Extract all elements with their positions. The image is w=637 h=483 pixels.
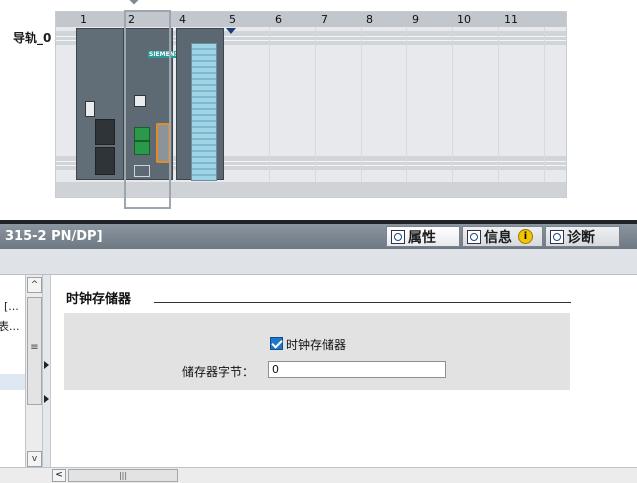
rail-label: 导轨_0: [13, 31, 52, 45]
io-module[interactable]: [176, 28, 224, 181]
inspector-header: 315-2 PN/DP] 属性 信息 i 诊断: [0, 224, 637, 249]
tab-info[interactable]: 信息 i: [462, 226, 543, 247]
properties-nav-tree: [... 表...: [0, 275, 25, 467]
nav-item-selected[interactable]: [0, 374, 25, 390]
horizontal-scrollbar[interactable]: < |||: [0, 467, 637, 483]
nav-item[interactable]: 表...: [0, 318, 20, 334]
tab-label: 属性: [408, 229, 436, 246]
slot-number: 9: [412, 13, 419, 26]
memory-byte-label: 储存器字节：: [182, 365, 255, 379]
inspector-title: 315-2 PN/DP]: [5, 229, 103, 244]
horizontal-scroll-thumb[interactable]: |||: [68, 469, 178, 482]
scroll-up-button[interactable]: ^: [27, 277, 42, 293]
scroll-thumb[interactable]: ≡: [27, 297, 42, 405]
slot-number: 1: [80, 13, 87, 26]
slot-number: 11: [504, 13, 518, 26]
slot-separator: [452, 27, 453, 182]
tab-diagnostics[interactable]: 诊断: [545, 226, 620, 247]
clock-memory-checkbox[interactable]: [270, 337, 283, 350]
slot-number: 10: [457, 13, 471, 26]
slot-number: 5: [229, 13, 236, 26]
slot-number: 8: [366, 13, 373, 26]
slot-separator: [498, 27, 499, 182]
expand-arrow-icon[interactable]: [44, 395, 49, 403]
nav-splitter[interactable]: [43, 275, 51, 467]
memory-byte-input[interactable]: 0: [268, 361, 446, 378]
tab-properties[interactable]: 属性: [386, 226, 460, 247]
section-divider: [154, 302, 571, 303]
rack: 1 2 4 5 6 7 8 9 10 11 SIEMENS: [55, 10, 567, 209]
scroll-left-button[interactable]: <: [52, 469, 66, 482]
info-list-icon: [467, 229, 481, 244]
power-switch-icon: [85, 101, 95, 117]
properties-content: 时钟存储器 时钟存储器 储存器字节： 0: [51, 275, 637, 467]
slot-separator: [269, 27, 270, 182]
diagnostics-icon: [550, 229, 564, 244]
clock-memory-group: 时钟存储器 储存器字节： 0: [64, 313, 570, 390]
selection-handle-icon: [125, 0, 143, 5]
clock-memory-checkbox-label[interactable]: 时钟存储器: [286, 336, 346, 353]
slot-number: 7: [321, 13, 328, 26]
tab-label: 诊断: [567, 229, 595, 246]
slot-number: 4: [179, 13, 186, 26]
inspector-subbar: [0, 249, 637, 275]
slot-separator: [315, 27, 316, 182]
nav-item[interactable]: [...: [4, 300, 19, 313]
slot-separator: [361, 27, 362, 182]
nav-vertical-scrollbar[interactable]: ^ ≡ v: [25, 275, 43, 467]
slot-number: 6: [275, 13, 282, 26]
io-status-led-strip: [191, 43, 217, 181]
power-supply-module[interactable]: [76, 28, 124, 180]
terminal-block-icon: [95, 119, 115, 145]
tab-label: 信息: [484, 229, 512, 246]
slot-separator: [406, 27, 407, 182]
info-badge-icon: i: [518, 229, 533, 244]
device-view: 导轨_0 1 2 4 5 6 7 8 9 10 11 SIEMENS: [0, 0, 637, 220]
insert-marker-icon: [226, 28, 236, 34]
scroll-down-button[interactable]: v: [27, 451, 42, 467]
collapse-arrow-icon[interactable]: [44, 361, 49, 369]
terminal-block-icon: [95, 147, 115, 175]
properties-icon: [391, 229, 405, 244]
cpu-selection-frame: [124, 10, 171, 209]
slot-separator: [544, 27, 545, 182]
section-title: 时钟存储器: [66, 292, 132, 307]
